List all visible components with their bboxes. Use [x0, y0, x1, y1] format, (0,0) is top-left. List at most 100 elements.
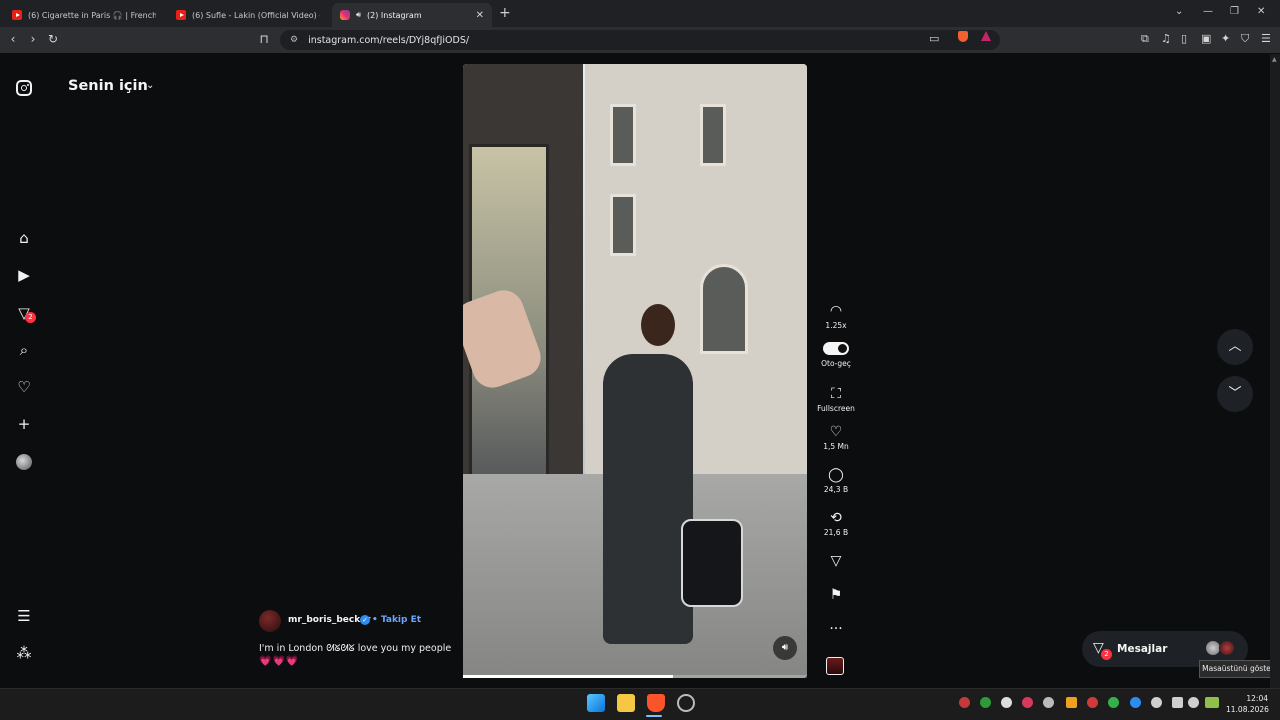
reposts-count: 21,6 B	[823, 528, 849, 537]
url-field[interactable]: ⚙ instagram.com/reels/DYj8qfJiODS/	[280, 30, 1000, 50]
more-options-button[interactable]: ···	[811, 621, 861, 638]
tab-strip: (6) Cigarette in Paris 🎧 | French Emo (6…	[0, 0, 1280, 27]
video-building-left	[463, 64, 583, 494]
also-from-meta-icon[interactable]: ⁂	[16, 645, 32, 661]
chevron-down-icon[interactable]: ⌄	[146, 80, 154, 91]
search-icon[interactable]: ⌕	[16, 342, 32, 358]
tray-app-icon[interactable]	[959, 697, 970, 708]
nvidia-icon[interactable]	[980, 697, 991, 708]
author-avatar[interactable]	[259, 610, 281, 632]
fullscreen-button[interactable]: ⛶ Fullscreen	[811, 386, 861, 413]
toggle-switch[interactable]	[823, 342, 849, 355]
tab-instagram[interactable]: 🔊︎ (2) Instagram ✕	[332, 3, 492, 27]
sidebar-icon[interactable]: ▯	[1181, 32, 1187, 45]
like-button[interactable]: ♡ 1,5 Mn	[811, 424, 861, 451]
show-desktop-tooltip: Masaüstünü göster	[1199, 660, 1277, 678]
close-window-icon[interactable]: ✕	[1257, 6, 1265, 17]
tab-sufle-lakin[interactable]: (6) Sufle - Lakin (Official Video) - You	[168, 3, 328, 27]
restore-icon[interactable]: ❐	[1230, 6, 1239, 17]
close-tab-icon[interactable]: ✕	[476, 10, 484, 21]
brave-shields-icon[interactable]	[958, 31, 968, 42]
file-explorer-icon[interactable]	[617, 694, 635, 712]
autoplay-toggle[interactable]: Oto-geç	[811, 340, 861, 368]
network-icon[interactable]	[1172, 697, 1183, 708]
tray-app-icon[interactable]	[1043, 697, 1054, 708]
tray-app-icon[interactable]	[1087, 697, 1098, 708]
tab-cigarette-in-paris[interactable]: (6) Cigarette in Paris 🎧 | French Emo	[4, 3, 164, 27]
windows-start-icon[interactable]	[587, 694, 605, 712]
caption-hearts: 💗💗💗	[259, 656, 300, 667]
feed-selector[interactable]: Senin için	[68, 78, 148, 94]
taskbar-clock[interactable]: 12:04 11.08.2026	[1226, 693, 1269, 715]
previous-reel-button[interactable]: ︿	[1217, 329, 1253, 365]
verified-badge-icon: ✓	[360, 615, 370, 625]
save-button[interactable]: ⚑	[811, 587, 861, 604]
bookmark-icon[interactable]: ⊓	[257, 32, 271, 46]
back-icon[interactable]: ‹	[6, 32, 20, 46]
video-window	[610, 104, 636, 166]
youtube-icon	[12, 10, 22, 20]
more-dots-icon: ···	[829, 621, 843, 637]
volume-icon[interactable]	[1188, 697, 1199, 708]
wallet-icon[interactable]: ▣	[1201, 32, 1211, 45]
comment-icon: ◯	[828, 467, 844, 483]
media-icon[interactable]: ♫	[1161, 32, 1171, 45]
heart-icon[interactable]: ♡	[16, 379, 32, 395]
comments-count: 24,3 B	[823, 485, 849, 494]
tray-app-icon[interactable]	[1108, 697, 1119, 708]
volume-icon[interactable]: 🔊︎	[773, 636, 797, 660]
tray-app-icon[interactable]	[1022, 697, 1033, 708]
cast-icon[interactable]: ▭	[929, 32, 939, 45]
profile-avatar[interactable]	[16, 454, 32, 470]
repost-button[interactable]: ⟲ 21,6 B	[811, 510, 861, 537]
reel-video[interactable]	[463, 64, 807, 678]
fullscreen-icon: ⛶	[831, 386, 841, 402]
menu-icon[interactable]: ☰	[1261, 32, 1271, 45]
tab-title: (2) Instagram	[367, 10, 422, 20]
video-progress-bar[interactable]	[463, 675, 807, 678]
new-tab-button[interactable]: +	[499, 5, 511, 21]
leo-ai-icon[interactable]: ✦	[1221, 32, 1230, 45]
follow-button[interactable]: • Takip Et	[372, 615, 421, 625]
more-menu-icon[interactable]: ☰	[16, 608, 32, 624]
chat-avatar	[1219, 640, 1235, 656]
app-icon[interactable]	[677, 694, 695, 712]
brave-browser-icon[interactable]	[647, 694, 665, 712]
reload-icon[interactable]: ↻	[46, 32, 60, 46]
tray-app-icon[interactable]	[1066, 697, 1077, 708]
heart-icon: ♡	[829, 424, 843, 440]
video-bag	[681, 519, 743, 607]
playback-speed-button[interactable]: ◠ 1.25x	[811, 303, 861, 330]
comment-button[interactable]: ◯ 24,3 B	[811, 467, 861, 494]
speedometer-icon: ◠	[829, 303, 843, 319]
tray-app-icon[interactable]	[1001, 697, 1012, 708]
battery-icon[interactable]	[1205, 697, 1219, 708]
brave-rewards-icon[interactable]	[981, 31, 991, 41]
next-reel-button[interactable]: ﹀	[1217, 376, 1253, 412]
extensions-icon[interactable]: ⧉	[1141, 32, 1149, 46]
video-person-head	[641, 304, 675, 346]
share-button[interactable]: ▽	[811, 553, 861, 570]
video-doorway	[700, 264, 748, 354]
follow-label: Takip Et	[380, 615, 422, 625]
active-app-indicator	[646, 715, 662, 717]
home-icon[interactable]: ⌂	[16, 230, 32, 246]
instagram-logo-icon[interactable]	[16, 80, 32, 96]
create-plus-icon[interactable]: +	[16, 416, 32, 432]
tab-title: (6) Sufle - Lakin (Official Video) - You	[192, 10, 320, 20]
messages-pill-badge: 2	[1101, 649, 1112, 660]
original-audio-thumbnail[interactable]	[826, 657, 844, 675]
security-icon[interactable]	[1130, 697, 1141, 708]
speaker-icon[interactable]: 🔊︎	[356, 10, 361, 20]
video-progress-fill	[463, 675, 673, 678]
minimize-icon[interactable]: —	[1203, 6, 1213, 17]
page-scrollbar[interactable]	[1270, 54, 1280, 688]
tab-search-chevron-icon[interactable]: ⌄	[1175, 6, 1183, 17]
fullscreen-label: Fullscreen	[817, 404, 855, 413]
vpn-icon[interactable]: ⛉	[1241, 32, 1249, 46]
site-settings-icon[interactable]: ⚙	[290, 35, 298, 45]
forward-icon[interactable]: ›	[26, 32, 40, 46]
microphone-icon[interactable]	[1151, 697, 1162, 708]
reels-icon[interactable]: ▶	[16, 267, 32, 283]
author-username[interactable]: mr_boris_becker	[288, 615, 371, 625]
